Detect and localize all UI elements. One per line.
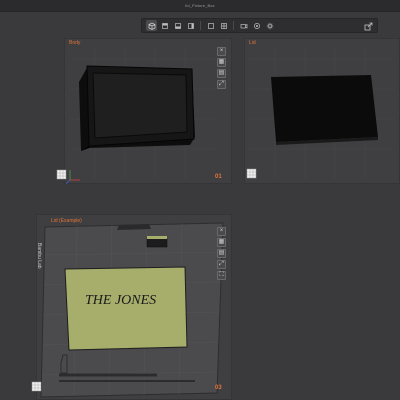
perspective-cube-icon[interactable] (146, 20, 157, 31)
layers-icon[interactable]: ▤ (217, 69, 226, 78)
view-toolbar (141, 18, 378, 33)
lid-plate-model (271, 75, 378, 145)
grid-icon[interactable]: ▦ (217, 238, 226, 247)
body-scene (65, 49, 215, 185)
quad-view-icon[interactable] (218, 20, 229, 31)
window-title-bar: lid_Picture_Box (0, 0, 400, 12)
viewport-number: 03 (215, 385, 222, 391)
front-view-icon[interactable] (172, 20, 183, 31)
viewport-toolstrip: × ▦ ▤ ⤢ (217, 47, 226, 89)
lid-scene (249, 49, 395, 179)
viewport-lid-example[interactable]: Lid (Example) Bambu Lab THE JONES 03 × ▦… (31, 214, 232, 400)
nav-cube-icon[interactable] (31, 379, 42, 392)
window-title: lid_Picture_Box (185, 3, 215, 8)
export-icon[interactable] (362, 20, 374, 32)
nav-cube-icon[interactable] (56, 167, 67, 180)
viewport-number: 01 (215, 174, 222, 180)
close-icon[interactable]: × (217, 47, 226, 56)
nav-cube-icon[interactable] (246, 166, 257, 179)
expand-icon[interactable]: ⤢ (217, 80, 226, 89)
expand-icon[interactable]: ⤢ (217, 260, 226, 269)
lid-text: THE JONES (85, 293, 157, 308)
small-part-model (146, 237, 168, 248)
viewport-body[interactable]: Body 01 × ▦ ▤ ⤢ (56, 38, 232, 185)
camera-icon[interactable] (238, 20, 249, 31)
side-view-icon[interactable] (185, 20, 196, 31)
close-icon[interactable]: × (217, 227, 226, 236)
fullscreen-icon[interactable]: ⛶ (217, 271, 226, 280)
toolbar-separator (200, 21, 201, 30)
grid-icon[interactable]: ▦ (217, 58, 226, 67)
settings-icon[interactable] (264, 20, 275, 31)
toolbar-separator (233, 21, 234, 30)
top-view-icon[interactable] (159, 20, 170, 31)
viewport-lid[interactable]: Lid (244, 38, 400, 184)
printer-brand-label: Bambu Lab (36, 243, 42, 269)
layers-icon[interactable]: ▤ (217, 249, 226, 258)
render-icon[interactable] (251, 20, 262, 31)
body-box-model (79, 65, 195, 151)
viewport-toolstrip: × ▦ ▤ ⤢ ⛶ (217, 227, 226, 280)
single-view-icon[interactable] (205, 20, 216, 31)
